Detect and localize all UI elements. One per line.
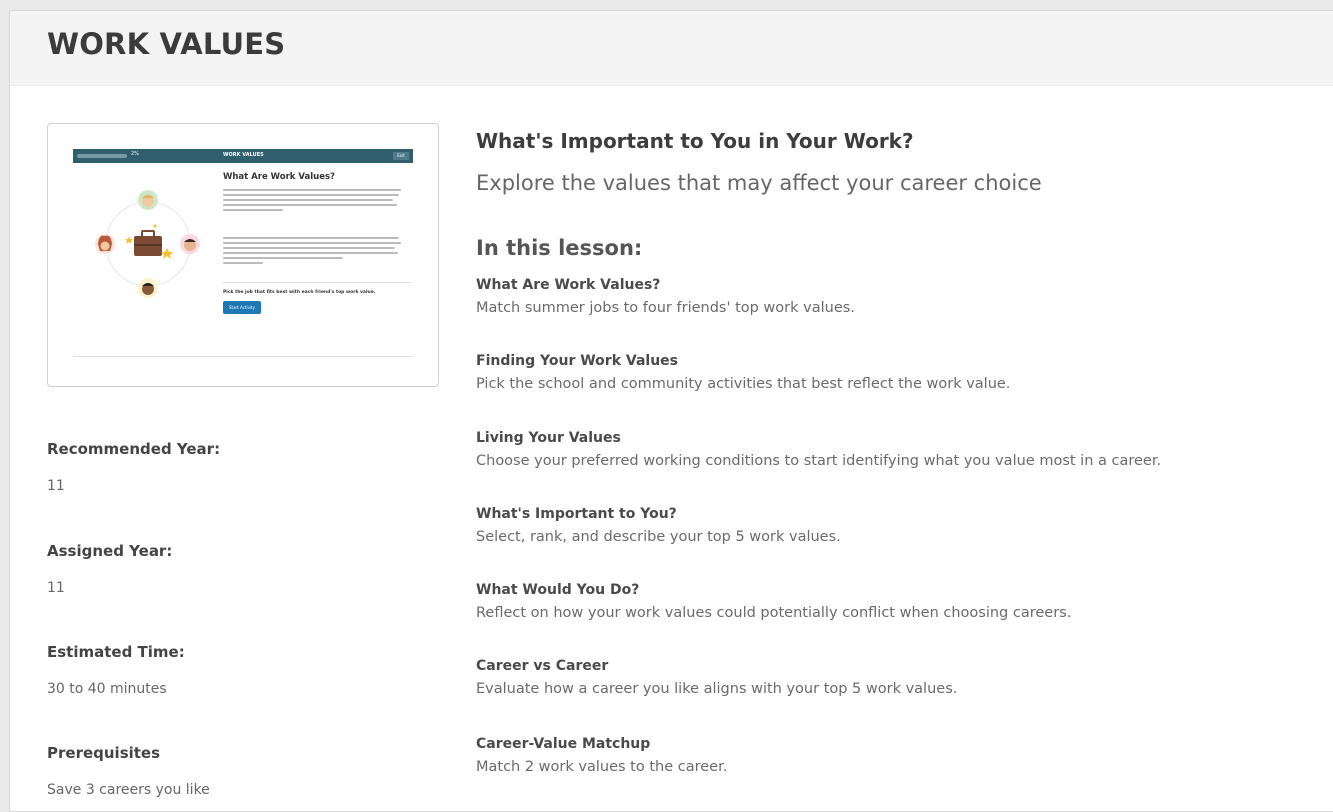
- recommended-year: Recommended Year: 11: [47, 440, 220, 494]
- prerequisites: Prerequisites Save 3 careers you like: [47, 744, 210, 798]
- assigned-year: Assigned Year: 11: [47, 542, 172, 596]
- lesson-item: Career vs Career Evaluate how a career y…: [476, 658, 1316, 697]
- preview-divider: [223, 282, 411, 283]
- lesson-item-title: What's Important to You?: [476, 506, 677, 522]
- recommended-year-label: Recommended Year:: [47, 440, 221, 458]
- lesson-item-title: Career-Value Matchup: [476, 736, 651, 752]
- lesson-item: What Are Work Values? Match summer jobs …: [476, 277, 1316, 316]
- preview-heading: What Are Work Values?: [223, 172, 335, 182]
- preview-percent: 2%: [131, 151, 139, 157]
- preview-text-block-2: [223, 237, 403, 267]
- modal-header: WORK VALUES: [10, 11, 1333, 86]
- preview-progress-bar: [77, 154, 127, 158]
- modal-title: WORK VALUES: [47, 27, 286, 61]
- lesson-item-description: Evaluate how a career you like aligns wi…: [476, 681, 958, 697]
- lesson-item-description: Choose your preferred working conditions…: [476, 453, 1162, 469]
- lesson-item-description: Match 2 work values to the career.: [476, 759, 728, 775]
- lesson-headline: What's Important to You in Your Work?: [476, 129, 914, 153]
- friends-illustration: [95, 190, 200, 298]
- assigned-year-label: Assigned Year:: [47, 542, 173, 560]
- preview-screen: 2% WORK VALUES Exit What Are Work Values…: [73, 149, 413, 357]
- lesson-preview-thumbnail[interactable]: 2% WORK VALUES Exit What Are Work Values…: [47, 123, 439, 387]
- lesson-modal: WORK VALUES 2% WORK VALUES Exit What Are…: [9, 10, 1333, 812]
- prerequisites-value: Save 3 careers you like: [47, 782, 210, 798]
- preview-prompt: Pick the job that fits best with each fr…: [223, 290, 376, 295]
- lesson-item-title: What Are Work Values?: [476, 277, 661, 293]
- lesson-item: What's Important to You? Select, rank, a…: [476, 506, 1316, 545]
- lesson-item-description: Pick the school and community activities…: [476, 376, 1011, 392]
- lesson-item-title: Living Your Values: [476, 430, 621, 446]
- estimated-time: Estimated Time: 30 to 40 minutes: [47, 643, 185, 697]
- preview-topbar: 2% WORK VALUES Exit: [73, 149, 413, 163]
- lesson-item-title: Career vs Career: [476, 658, 609, 674]
- lesson-list-heading: In this lesson:: [476, 236, 643, 260]
- estimated-time-label: Estimated Time:: [47, 643, 185, 661]
- recommended-year-value: 11: [47, 478, 65, 494]
- lesson-item: Finding Your Work Values Pick the school…: [476, 353, 1316, 392]
- prerequisites-label: Prerequisites: [47, 744, 161, 762]
- preview-text-block: [223, 189, 403, 214]
- lesson-item-description: Reflect on how your work values could po…: [476, 605, 1072, 621]
- assigned-year-value: 11: [47, 580, 65, 596]
- lesson-item-description: Match summer jobs to four friends' top w…: [476, 300, 855, 316]
- lesson-item-title: What Would You Do?: [476, 582, 640, 598]
- preview-start-button: Start Activity: [223, 301, 261, 314]
- lesson-item: What Would You Do? Reflect on how your w…: [476, 582, 1316, 621]
- lesson-item: Career-Value Matchup Match 2 work values…: [476, 736, 1316, 775]
- lesson-item: Living Your Values Choose your preferred…: [476, 430, 1316, 469]
- preview-bar-title: WORK VALUES: [223, 152, 264, 158]
- estimated-time-value: 30 to 40 minutes: [47, 681, 167, 697]
- lesson-item-title: Finding Your Work Values: [476, 353, 678, 369]
- preview-exit-button: Exit: [393, 152, 409, 160]
- lesson-subhead: Explore the values that may affect your …: [476, 171, 1042, 195]
- lesson-item-description: Select, rank, and describe your top 5 wo…: [476, 529, 841, 545]
